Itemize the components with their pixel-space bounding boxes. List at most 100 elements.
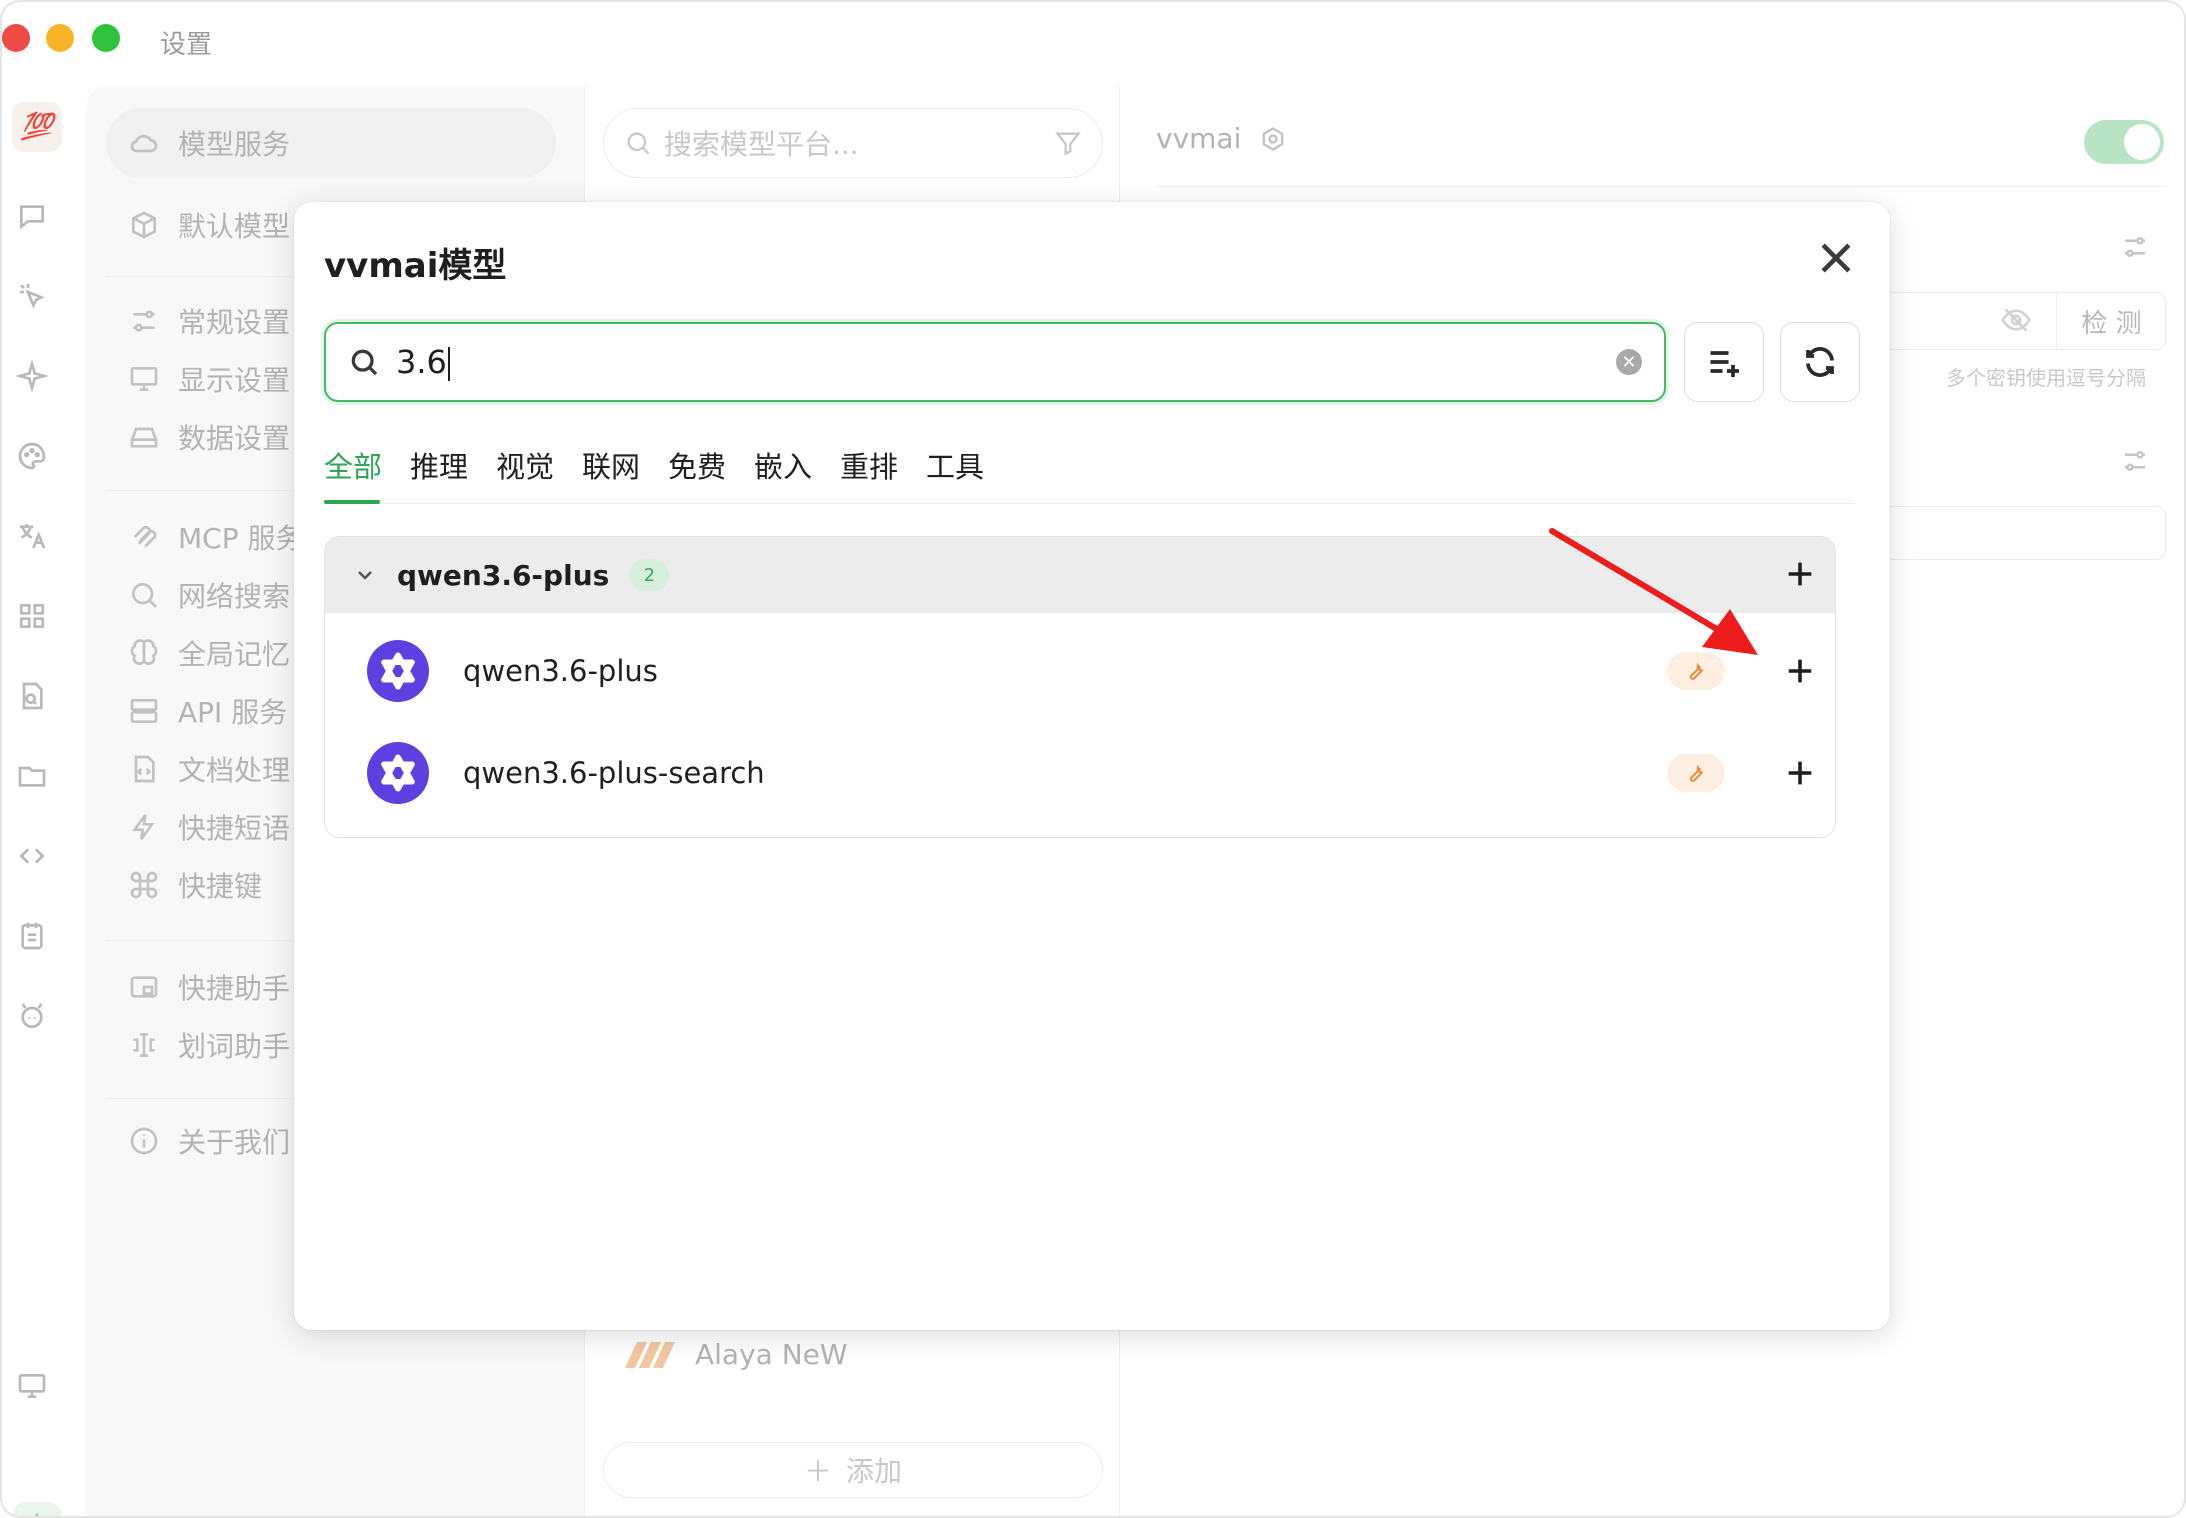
translate-icon[interactable] (16, 520, 54, 558)
minimize-window-button[interactable] (46, 24, 74, 52)
search-icon (627, 132, 650, 155)
notes-icon[interactable] (16, 920, 54, 958)
active-tab-indicator (324, 500, 380, 504)
close-dialog-button[interactable] (1814, 236, 1858, 280)
models-dialog: vvmai模型 3.6 ✕ 全部 推理 视觉 联网 免费 嵌入 重排 工具 qw… (294, 202, 1890, 1330)
add-all-models-button[interactable] (1684, 322, 1764, 402)
tool-icon (1667, 754, 1725, 792)
apps-icon[interactable] (16, 600, 54, 638)
mcp-icon (133, 525, 157, 548)
filter-icon[interactable] (1054, 129, 1082, 157)
menu-item-label: 网络搜索 (178, 580, 291, 613)
title-bar: 设置 (2, 2, 2184, 82)
maximize-window-button[interactable] (92, 24, 120, 52)
user-avatar[interactable]: 💯 (12, 102, 62, 152)
model-group-count: 2 (629, 559, 670, 591)
provider-search-input[interactable]: 搜索模型平台... (603, 108, 1103, 178)
add-group-button[interactable] (1783, 557, 1817, 591)
refresh-models-button[interactable] (1780, 322, 1860, 402)
close-icon (1821, 243, 1851, 273)
clear-search-icon[interactable]: ✕ (1616, 349, 1642, 375)
sparkle-icon[interactable] (15, 359, 54, 398)
model-group-name: qwen3.6-plus (397, 558, 610, 592)
provider-name: vvmai (1156, 122, 1242, 155)
api-host-settings-icon[interactable] (2120, 446, 2150, 476)
dialog-title: vvmai模型 (324, 246, 507, 286)
model-group-header[interactable]: qwen3.6-plus 2 (325, 537, 1835, 613)
plus-icon (1788, 761, 1812, 785)
chevron-down-icon[interactable] (353, 563, 377, 587)
close-window-button[interactable] (2, 24, 30, 52)
menu-item-label: 常规设置 (178, 306, 291, 339)
sliders-icon (133, 310, 155, 332)
display-icon (130, 367, 158, 391)
add-provider-label: 添加 (846, 1455, 903, 1488)
tab-web[interactable]: 联网 (582, 444, 640, 486)
menu-item-label: 快捷短语 (178, 812, 291, 845)
settings-icon[interactable] (12, 1502, 62, 1516)
tool-icon (1667, 652, 1725, 690)
model-search-input[interactable]: 3.6 ✕ (324, 322, 1666, 402)
assistant-icon (130, 976, 158, 998)
chat-icon[interactable] (16, 200, 54, 238)
tab-rerank[interactable]: 重排 (840, 444, 898, 486)
menu-item-label: 快捷键 (178, 870, 263, 903)
bot-icon[interactable] (16, 1000, 54, 1038)
cursor-icon[interactable] (16, 280, 54, 318)
tab-tools[interactable]: 工具 (926, 444, 984, 486)
divider (1156, 186, 2166, 187)
cube-icon (132, 211, 156, 239)
brain-icon (130, 639, 158, 666)
gear-icon[interactable] (1259, 125, 1287, 153)
tab-reasoning[interactable]: 推理 (410, 444, 468, 486)
qwen-logo-icon (367, 742, 429, 804)
menu-item-label: 划词助手 (178, 1030, 291, 1063)
storage-icon (130, 427, 158, 448)
document-search-icon[interactable] (16, 680, 54, 718)
menu-item-label: 模型服务 (178, 128, 291, 161)
menu-item-label: 数据设置 (178, 422, 291, 455)
menu-item-label: API 服务 (178, 696, 288, 729)
tab-embedding[interactable]: 嵌入 (754, 444, 812, 486)
check-api-key-button[interactable]: 检 测 (2056, 292, 2166, 350)
monitor-icon[interactable] (16, 1370, 54, 1408)
list-add-icon (1710, 351, 1739, 377)
provider-item[interactable]: Alaya NeW (624, 1338, 848, 1371)
provider-logo (624, 1340, 676, 1370)
add-model-button[interactable] (1783, 756, 1817, 790)
refresh-icon (1806, 347, 1834, 377)
cloud-icon (130, 134, 158, 153)
add-provider-button[interactable]: ＋ 添加 (603, 1442, 1103, 1498)
provider-enable-toggle[interactable] (2084, 120, 2164, 164)
tab-all[interactable]: 全部 (324, 444, 382, 486)
text-cursor-icon (133, 1033, 155, 1057)
code-icon[interactable] (16, 840, 54, 878)
zap-icon (132, 814, 155, 840)
menu-item-label: 全局记忆 (178, 638, 291, 671)
tab-vision[interactable]: 视觉 (496, 444, 554, 486)
qwen-logo-icon (367, 640, 429, 702)
palette-icon[interactable] (16, 440, 54, 478)
plus-icon (1788, 659, 1812, 683)
api-key-hint: 多个密钥使用逗号分隔 (1946, 366, 2146, 390)
app-icon-bar: 💯 (2, 82, 84, 1516)
plus-icon (1788, 562, 1812, 586)
menu-item-label: 快捷助手 (178, 972, 291, 1005)
model-name: qwen3.6-plus-search (463, 756, 765, 790)
menu-item-label: MCP 服务 (178, 522, 304, 555)
model-row: qwen3.6-plus (325, 615, 1835, 727)
search-icon (351, 349, 378, 376)
tab-free[interactable]: 免费 (668, 444, 726, 486)
eye-off-icon[interactable] (2000, 304, 2032, 340)
add-model-button[interactable] (1783, 654, 1817, 688)
api-key-settings-icon[interactable] (2120, 232, 2150, 262)
menu-item-label: 显示设置 (178, 364, 291, 397)
file-code-icon (134, 755, 155, 783)
model-row: qwen3.6-plus-search (325, 717, 1835, 829)
menu-item-model-service[interactable]: 模型服务 (106, 108, 556, 178)
provider-detail-header: vvmai (1156, 122, 1287, 155)
folder-icon[interactable] (16, 760, 54, 798)
provider-search-placeholder: 搜索模型平台... (664, 128, 859, 161)
plus-icon: ＋ (803, 1455, 832, 1488)
menu-item-label: 文档处理 (178, 754, 291, 787)
